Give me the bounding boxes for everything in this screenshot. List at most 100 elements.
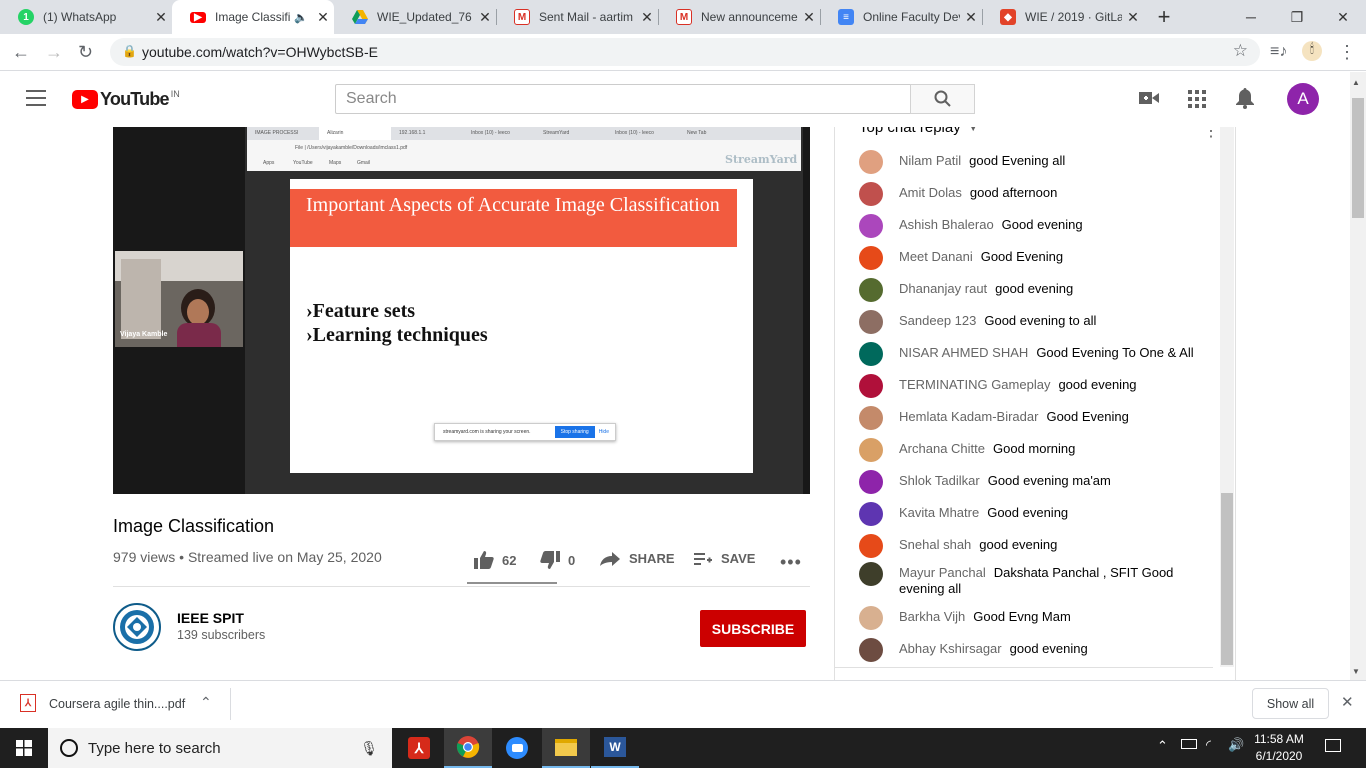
page-scrollbar-thumb[interactable] <box>1352 98 1364 218</box>
notifications-bell-icon[interactable] <box>1236 88 1254 112</box>
hide-banner-button: Hide <box>598 429 609 435</box>
show-all-button[interactable]: Show all <box>1252 688 1329 719</box>
chat-avatar <box>859 502 883 526</box>
close-shelf-icon[interactable]: ✕ <box>1341 693 1354 711</box>
search-button[interactable] <box>910 84 975 114</box>
chat-message: NISAR AHMED SHAH Good Evening To One & Al… <box>859 342 1219 366</box>
scroll-down-icon[interactable]: ▼ <box>1352 667 1360 676</box>
chat-avatar <box>859 638 883 662</box>
forward-icon[interactable]: → <box>45 42 63 63</box>
tab-new-announcement[interactable]: M New announceme ✕ <box>658 0 820 34</box>
chat-scrollbar-thumb[interactable] <box>1221 493 1233 665</box>
tab-gitlab[interactable]: ◆ WIE / 2019 · GitLal ✕ <box>982 0 1144 34</box>
close-icon[interactable]: ✕ <box>474 9 496 26</box>
divider <box>113 586 810 587</box>
account-avatar[interactable]: A <box>1287 83 1319 115</box>
chat-message: Barkha Vijh Good Evng Mam <box>859 606 1219 630</box>
channel-avatar[interactable] <box>113 603 161 651</box>
google-forms-icon: ≡ <box>838 9 854 25</box>
windows-start-button[interactable] <box>0 728 48 768</box>
taskbar-search-box[interactable]: Type here to search 🎙 <box>48 728 392 768</box>
close-icon[interactable]: ✕ <box>312 9 334 26</box>
zoom-taskbar-icon[interactable] <box>493 728 541 768</box>
tab-whatsapp[interactable]: 1 (1) WhatsApp ✕ <box>0 0 172 34</box>
chrome-taskbar-icon[interactable] <box>444 728 492 768</box>
taskbar-clock[interactable]: 11:58 AM 6/1/2020 <box>1250 731 1308 765</box>
tab-sent-mail[interactable]: M Sent Mail - aartim ✕ <box>496 0 658 34</box>
chat-message: Nilam Patil good Evening all <box>859 150 1219 174</box>
shared-screen: IMAGE PROCESSI Alizarin 192.168.1.1 Inbo… <box>245 127 803 494</box>
bookmark-star-icon[interactable]: ☆ <box>1233 41 1248 61</box>
profile-icon[interactable]: 🕯 <box>1302 41 1322 61</box>
gmail-icon: M <box>676 9 692 25</box>
close-icon[interactable]: ✕ <box>636 9 658 26</box>
apps-grid-icon[interactable] <box>1188 90 1206 111</box>
create-video-icon[interactable] <box>1139 91 1159 108</box>
chat-avatar <box>859 562 883 586</box>
chat-avatar <box>859 214 883 238</box>
slide-bullets: ›Feature sets ›Learning techniques <box>306 300 488 346</box>
tab-google-drive[interactable]: WIE_Updated_76 ✕ <box>334 0 496 34</box>
url-text[interactable]: youtube.com/watch?v=OHWybctSB-E <box>142 44 378 60</box>
like-ratio-bar <box>467 582 557 584</box>
download-filename[interactable]: Coursera agile thin....pdf <box>49 697 185 711</box>
chat-avatar <box>859 438 883 462</box>
close-icon[interactable]: ✕ <box>1122 9 1144 26</box>
chrome-menu-icon[interactable]: ⋮ <box>1338 42 1356 63</box>
close-window-button[interactable]: ✕ <box>1320 0 1366 34</box>
thumbs-down-icon <box>540 551 560 569</box>
like-button[interactable]: 62 <box>474 551 516 569</box>
back-icon[interactable]: ← <box>12 42 30 63</box>
file-explorer-taskbar-icon[interactable] <box>542 728 590 768</box>
save-button[interactable]: SAVE <box>694 551 755 566</box>
scroll-up-icon[interactable]: ▲ <box>1352 78 1360 87</box>
minimize-button[interactable]: ─ <box>1228 0 1274 34</box>
chat-scrollbar[interactable] <box>1220 127 1234 667</box>
restore-button[interactable]: ❐ <box>1274 0 1320 34</box>
tab-youtube[interactable]: ▶ Image Classifi 🔈 ✕ <box>172 0 334 34</box>
chat-message: Ashish Bhalerao Good evening <box>859 214 1219 238</box>
close-icon[interactable]: ✕ <box>960 9 982 26</box>
whatsapp-icon: 1 <box>18 9 34 25</box>
chat-message: Hemlata Kadam-Biradar Good Evening <box>859 406 1219 430</box>
close-icon[interactable]: ✕ <box>150 9 172 26</box>
media-control-icon[interactable]: ≡♪ <box>1270 43 1287 61</box>
chat-message: Amit Dolas good afternoon <box>859 182 1219 206</box>
battery-icon[interactable] <box>1181 739 1197 749</box>
acrobat-reader-taskbar-icon[interactable]: ⅄ <box>395 728 443 768</box>
chat-filter-dropdown[interactable]: Top chat replay ▼ <box>859 127 978 136</box>
speaker-icon[interactable]: 🔈 <box>294 11 308 24</box>
chat-more-icon[interactable]: ⋮ <box>1203 127 1219 141</box>
chat-avatar <box>859 150 883 174</box>
share-button[interactable]: SHARE <box>600 551 675 566</box>
reload-icon[interactable]: ↻ <box>78 42 93 63</box>
show-hidden-icons-icon[interactable]: ⌃ <box>1157 738 1168 754</box>
omnibox[interactable]: 🔒 youtube.com/watch?v=OHWybctSB-E ☆ <box>110 38 1260 66</box>
microphone-icon[interactable]: 🎙 <box>360 740 378 757</box>
windows-logo-icon <box>16 740 32 756</box>
search-input[interactable]: Search <box>335 84 911 114</box>
youtube-play-icon: ▶ <box>72 90 98 109</box>
video-player[interactable]: Vijaya Kamble IMAGE PROCESSI Alizarin 19… <box>113 127 810 494</box>
screen-share-banner: streamyard.com is sharing your screen. S… <box>434 423 616 441</box>
chat-avatar <box>859 310 883 334</box>
chat-message: Kavita Mhatre Good evening <box>859 502 1219 526</box>
dislike-button[interactable]: 0 <box>540 551 575 569</box>
word-taskbar-icon[interactable]: W <box>591 728 639 768</box>
streamyard-watermark: StreamYard <box>725 153 798 166</box>
new-tab-button[interactable]: + <box>1150 4 1178 30</box>
channel-name[interactable]: IEEE SPIT <box>177 610 244 626</box>
volume-icon[interactable]: 🔊 <box>1228 737 1244 753</box>
wifi-icon[interactable]: ◜ <box>1206 737 1211 753</box>
tab-online-faculty[interactable]: ≡ Online Faculty Dev ✕ <box>820 0 982 34</box>
tab-separator <box>496 9 497 25</box>
hamburger-menu-icon[interactable] <box>26 90 46 106</box>
subscribe-button[interactable]: SUBSCRIBE <box>700 610 806 647</box>
page-scrollbar[interactable]: ▲ ▼ <box>1350 72 1366 680</box>
chat-avatar <box>859 470 883 494</box>
more-actions-icon[interactable]: ••• <box>780 552 802 573</box>
close-icon[interactable]: ✕ <box>798 9 820 26</box>
action-center-icon[interactable] <box>1325 739 1341 752</box>
chevron-up-icon[interactable]: ⌃ <box>200 694 212 711</box>
youtube-logo[interactable]: ▶ YouTube IN <box>72 89 180 110</box>
